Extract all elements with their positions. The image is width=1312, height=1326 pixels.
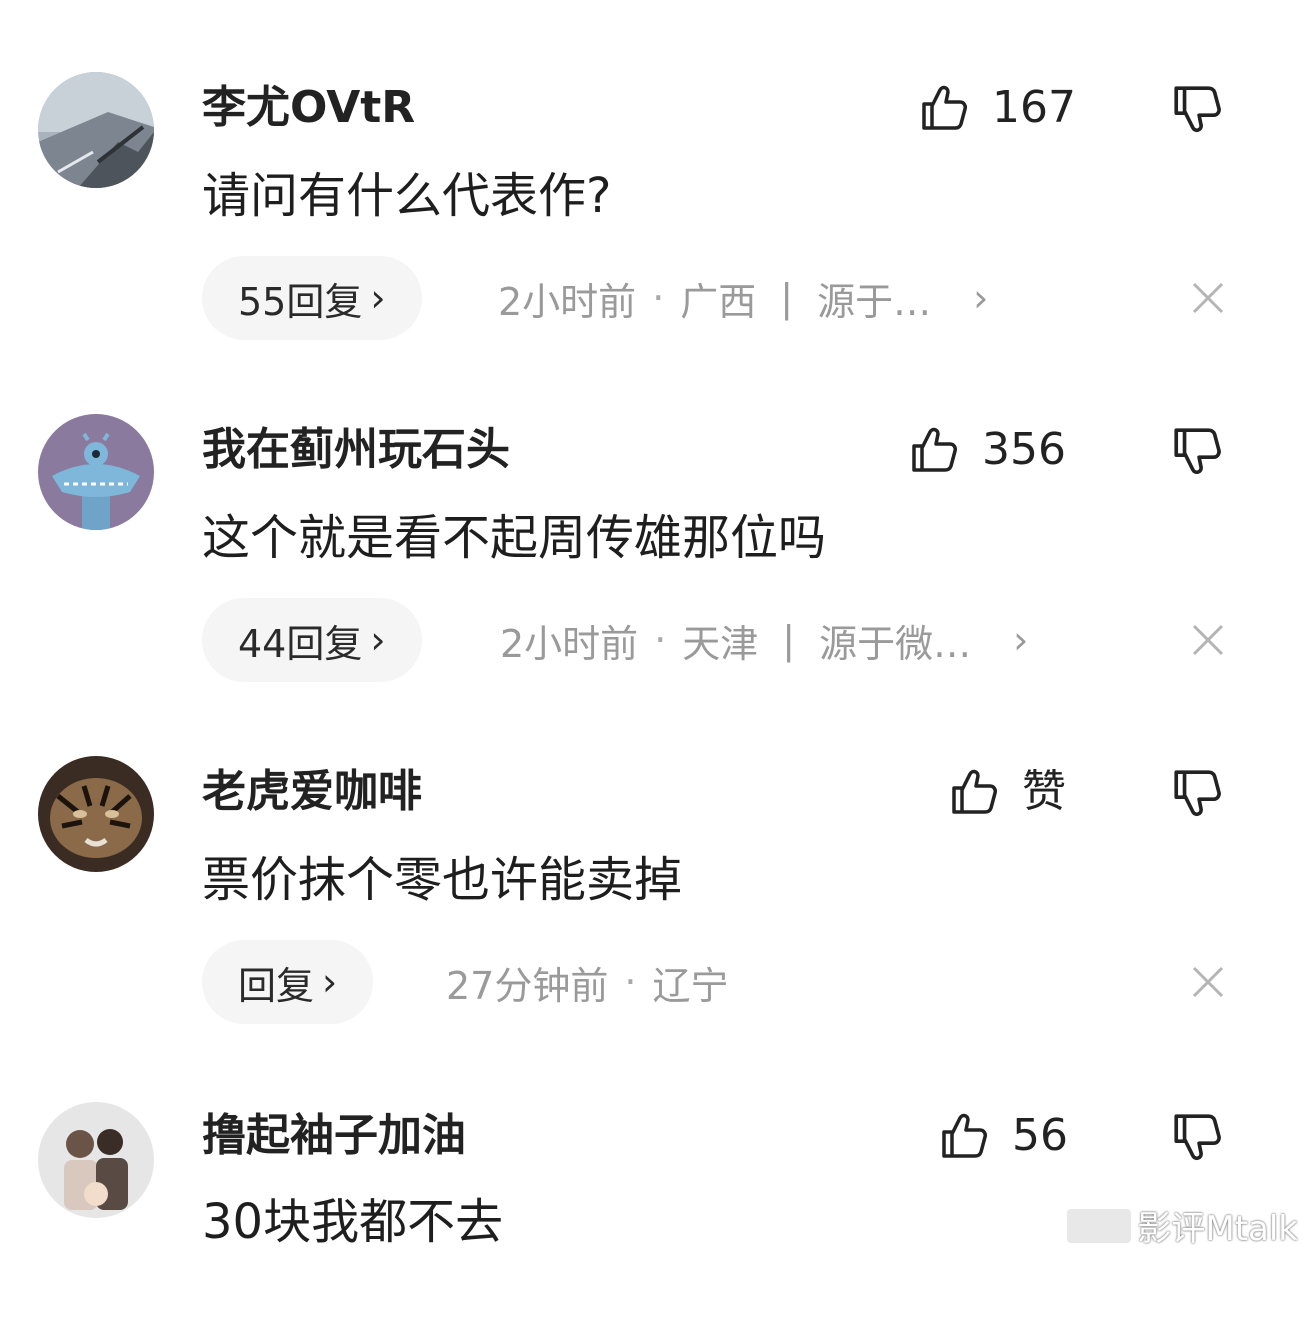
comment-item: 老虎爱咖啡 赞 票价抹个零也许能卖掉 回复 › 27分钟前 · 辽宁: [0, 684, 1312, 1024]
like-button[interactable]: 赞: [948, 764, 1066, 820]
watermark-text: 影评Mtalk: [1137, 1209, 1298, 1249]
comment-time: 2小时前: [500, 621, 639, 666]
avatar-image: [38, 756, 154, 872]
comment-text: 这个就是看不起周传雄那位吗: [202, 510, 827, 566]
comment-location: 天津: [682, 621, 759, 666]
comment-time: 27分钟前: [446, 963, 609, 1008]
like-count: 167: [992, 82, 1076, 133]
thumbs-up-icon: [952, 769, 997, 814]
username[interactable]: 我在蓟州玩石头: [202, 422, 510, 478]
comment-source[interactable]: 源于…: [817, 271, 931, 326]
comment-time: 2小时前: [498, 279, 637, 324]
close-icon[interactable]: [1188, 620, 1228, 660]
comment-meta: 2小时前 · 天津 | 源于微… ›: [500, 598, 1028, 682]
reply-button[interactable]: 44回复 ›: [202, 598, 422, 682]
like-count: 赞: [1022, 766, 1066, 817]
username[interactable]: 李尤OVtR: [202, 80, 415, 136]
chevron-right-icon[interactable]: ›: [973, 276, 988, 320]
separator-dot: ·: [652, 276, 665, 320]
reply-count: 55回复: [238, 279, 363, 324]
reply-label: 回复: [238, 963, 315, 1008]
separator-bar: |: [780, 276, 794, 320]
comment-meta: 2小时前 · 广西 | 源于… ›: [498, 256, 988, 340]
chevron-right-icon: ›: [370, 618, 386, 662]
comment-item: 我在蓟州玩石头 356 这个就是看不起周传雄那位吗 44回复 › 2小时前 · …: [0, 342, 1312, 682]
close-icon[interactable]: [1188, 962, 1228, 1002]
comment-text: 30块我都不去: [202, 1194, 504, 1250]
avatar[interactable]: [38, 414, 154, 530]
comment-item: 撸起袖子加油 56 30块我都不去: [0, 1026, 1312, 1326]
chevron-right-icon: ›: [370, 276, 386, 320]
comment-source[interactable]: 源于微…: [819, 613, 971, 668]
reply-count: 44回复: [238, 621, 363, 666]
watermark-logo: [1067, 1208, 1132, 1243]
thumbs-down-icon[interactable]: [1170, 82, 1224, 136]
chevron-right-icon[interactable]: ›: [1013, 618, 1028, 662]
like-count: 356: [982, 424, 1066, 475]
comment-text: 票价抹个零也许能卖掉: [202, 852, 683, 908]
watermark: 影评Mtalk: [1067, 1201, 1298, 1250]
separator-bar: |: [782, 618, 796, 662]
thumbs-down-icon[interactable]: [1170, 424, 1224, 478]
thumbs-up-icon: [912, 427, 957, 472]
separator-dot: ·: [654, 618, 667, 662]
thumbs-up-icon: [922, 85, 967, 130]
avatar[interactable]: [38, 1102, 154, 1218]
avatar-image: [38, 414, 154, 530]
chevron-right-icon: ›: [322, 960, 338, 1004]
thumbs-down-icon[interactable]: [1170, 1110, 1224, 1164]
avatar[interactable]: [38, 72, 154, 188]
like-button[interactable]: 356: [908, 422, 1066, 478]
like-button[interactable]: 167: [918, 80, 1076, 136]
avatar[interactable]: [38, 756, 154, 872]
comment-location: 广西: [680, 279, 757, 324]
username[interactable]: 老虎爱咖啡: [202, 764, 422, 820]
reply-button[interactable]: 55回复 ›: [202, 256, 422, 340]
like-button[interactable]: 56: [938, 1108, 1068, 1164]
comment-meta: 27分钟前 · 辽宁: [446, 940, 728, 1024]
comment-item: 李尤OVtR 167 请问有什么代表作? 55回复 › 2小时前 · 广西 | …: [0, 0, 1312, 340]
username[interactable]: 撸起袖子加油: [202, 1108, 466, 1164]
avatar-image: [38, 72, 154, 188]
thumbs-up-icon: [942, 1113, 987, 1158]
thumbs-down-icon[interactable]: [1170, 766, 1224, 820]
comment-location: 辽宁: [652, 963, 729, 1008]
comment-text: 请问有什么代表作?: [202, 168, 612, 224]
close-icon[interactable]: [1188, 278, 1228, 318]
reply-button[interactable]: 回复 ›: [202, 940, 374, 1024]
avatar-image: [38, 1102, 154, 1218]
like-count: 56: [1012, 1110, 1068, 1161]
separator-dot: ·: [624, 960, 637, 1004]
